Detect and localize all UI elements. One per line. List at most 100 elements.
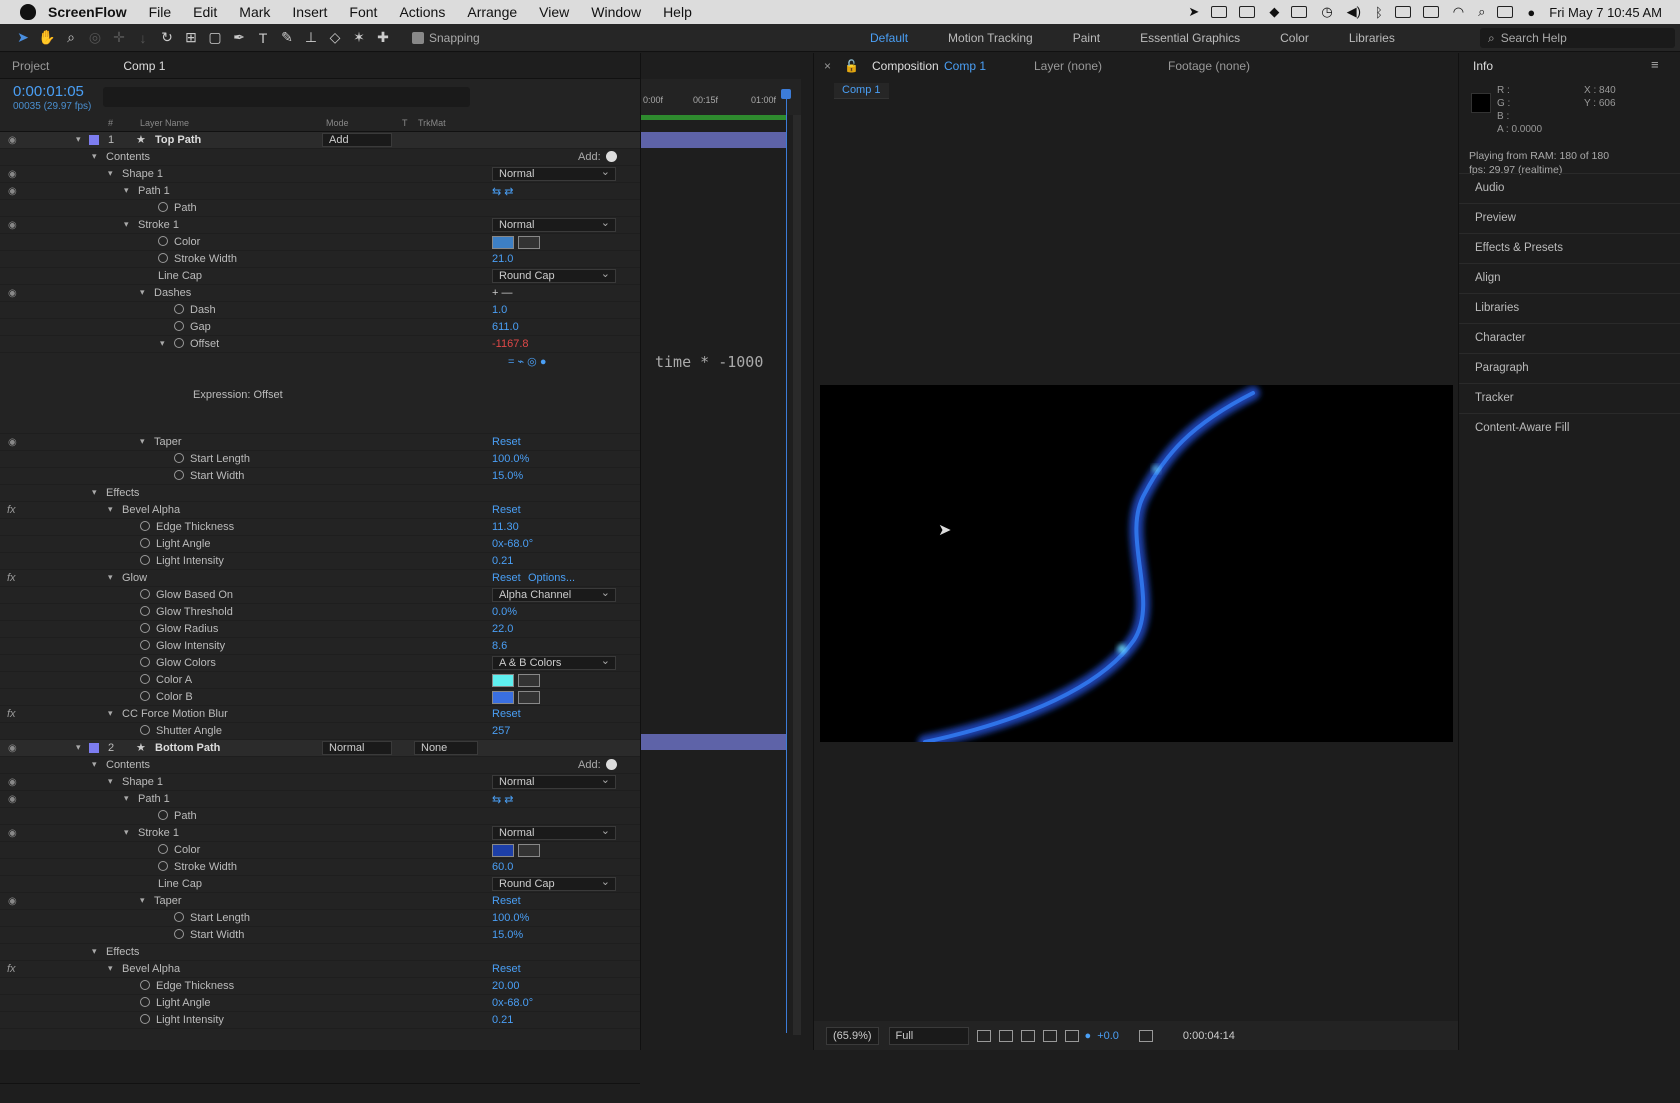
eyedropper-icon[interactable] bbox=[518, 236, 540, 249]
prop-offset[interactable]: ▾ Offset -1167.8 bbox=[0, 336, 640, 353]
prop-value[interactable]: 0x-68.0° bbox=[492, 997, 533, 1009]
add-remove-dash-icon[interactable]: + — bbox=[492, 287, 512, 299]
stopwatch-icon[interactable] bbox=[140, 640, 150, 650]
expand-chevron-icon[interactable]: ▾ bbox=[108, 963, 113, 974]
reset-button[interactable]: Reset bbox=[492, 708, 521, 720]
prop-start-width[interactable]: Start Width 15.0% bbox=[0, 927, 640, 944]
clock-text[interactable]: Fri May 7 10:45 AM bbox=[1549, 5, 1662, 20]
prop-start-width[interactable]: Start Width 15.0% bbox=[0, 468, 640, 485]
zoom-dropdown[interactable]: (65.9%) bbox=[826, 1026, 879, 1045]
timeline-scrollbar[interactable] bbox=[793, 115, 801, 1035]
workspace-libraries[interactable]: Libraries bbox=[1349, 31, 1395, 45]
stopwatch-icon[interactable] bbox=[174, 338, 184, 348]
expand-chevron-icon[interactable]: ▾ bbox=[140, 287, 145, 298]
tab-footage[interactable]: Footage (none) bbox=[1168, 59, 1250, 73]
stopwatch-icon[interactable] bbox=[140, 725, 150, 735]
prop-glow-colors[interactable]: Glow Colors A & B Colors bbox=[0, 654, 640, 672]
stopwatch-icon[interactable] bbox=[158, 253, 168, 263]
prop-path[interactable]: Path bbox=[0, 200, 640, 217]
prop-path1[interactable]: ◉ ▾ Path 1 ⇆ ⇄ bbox=[0, 791, 640, 808]
prop-effects[interactable]: ▾ Effects bbox=[0, 485, 640, 502]
prop-glow-intensity[interactable]: Glow Intensity 8.6 bbox=[0, 638, 640, 655]
stroke-color-swatch[interactable] bbox=[492, 844, 514, 857]
section-character[interactable]: Character bbox=[1459, 323, 1680, 353]
tab-composition-name[interactable]: Comp 1 bbox=[944, 59, 986, 73]
glow-based-on-dropdown[interactable]: Alpha Channel bbox=[492, 586, 616, 602]
expand-chevron-icon[interactable]: ▾ bbox=[124, 827, 129, 838]
stopwatch-icon[interactable] bbox=[158, 236, 168, 246]
prop-light-angle[interactable]: Light Angle 0x-68.0° bbox=[0, 995, 640, 1012]
prop-value[interactable]: 15.0% bbox=[492, 929, 523, 941]
visibility-eye-icon[interactable]: ◉ bbox=[8, 743, 18, 754]
info-title[interactable]: Info bbox=[1473, 59, 1493, 73]
workspace-motion-tracking[interactable]: Motion Tracking bbox=[948, 31, 1033, 45]
visibility-eye-icon[interactable]: ◉ bbox=[8, 896, 18, 907]
keyboard-icon[interactable] bbox=[1394, 6, 1411, 18]
prop-glow-radius[interactable]: Glow Radius 22.0 bbox=[0, 621, 640, 638]
expand-chevron-icon[interactable]: ▾ bbox=[140, 895, 145, 906]
stopwatch-icon[interactable] bbox=[140, 623, 150, 633]
menu-app[interactable]: ScreenFlow bbox=[48, 4, 127, 20]
visibility-eye-icon[interactable]: ◉ bbox=[8, 288, 18, 299]
panel-menu-icon[interactable]: ≡ bbox=[1651, 57, 1659, 72]
prop-line-cap[interactable]: Line Cap Round Cap bbox=[0, 875, 640, 893]
battery-icon[interactable] bbox=[1422, 6, 1439, 18]
reset-button[interactable]: Reset bbox=[492, 963, 521, 975]
options-button[interactable]: Options... bbox=[528, 572, 575, 584]
prop-value[interactable]: 0x-68.0° bbox=[492, 538, 533, 550]
section-effects-presets[interactable]: Effects & Presets bbox=[1459, 233, 1680, 263]
stopwatch-icon[interactable] bbox=[174, 470, 184, 480]
brush-tool-icon[interactable]: ✎ bbox=[278, 29, 296, 47]
tab-layer[interactable]: Layer (none) bbox=[1034, 59, 1102, 73]
prop-dashes[interactable]: ◉ ▾ Dashes + — bbox=[0, 285, 640, 302]
spotlight-icon[interactable]: ⌕ bbox=[1478, 4, 1485, 20]
location-icon[interactable]: ➤ bbox=[1188, 4, 1199, 20]
prop-light-angle[interactable]: Light Angle 0x-68.0° bbox=[0, 536, 640, 553]
menu-actions[interactable]: Actions bbox=[399, 4, 445, 20]
visibility-eye-icon[interactable]: ◉ bbox=[8, 169, 18, 180]
prop-stroke1[interactable]: ◉ ▾ Stroke 1 Normal bbox=[0, 216, 640, 234]
expand-chevron-icon[interactable]: ▾ bbox=[124, 219, 129, 230]
add-circle-icon[interactable] bbox=[606, 151, 617, 162]
stopwatch-icon[interactable] bbox=[158, 844, 168, 854]
channel-icon[interactable]: ● bbox=[1085, 1030, 1092, 1042]
dropbox-icon[interactable]: ◆ bbox=[1269, 4, 1279, 20]
prop-taper[interactable]: ◉ ▾ Taper Reset bbox=[0, 434, 640, 451]
orbit-tool-icon[interactable]: ◎ bbox=[86, 29, 104, 47]
line-cap-dropdown[interactable]: Round Cap bbox=[492, 267, 616, 283]
reset-button[interactable]: Reset bbox=[492, 436, 521, 448]
playhead-line[interactable] bbox=[786, 93, 787, 1033]
visibility-eye-icon[interactable]: ◉ bbox=[8, 794, 18, 805]
selection-tool-icon[interactable]: ➤ bbox=[14, 29, 32, 47]
eraser-tool-icon[interactable]: ◇ bbox=[326, 29, 344, 47]
wifi-icon[interactable]: ◠ bbox=[1453, 4, 1464, 20]
add-button[interactable]: Add: bbox=[578, 759, 601, 771]
visibility-eye-icon[interactable]: ◉ bbox=[8, 220, 18, 231]
prop-path[interactable]: Path bbox=[0, 808, 640, 825]
rotate-tool-icon[interactable]: ↻ bbox=[158, 29, 176, 47]
section-paragraph[interactable]: Paragraph bbox=[1459, 353, 1680, 383]
path-direction-icon[interactable]: ⇆ ⇄ bbox=[492, 793, 514, 806]
effect-bevel-alpha[interactable]: fx ▾ Bevel Alpha Reset bbox=[0, 502, 640, 519]
time-machine-icon[interactable]: ◷ bbox=[1321, 4, 1332, 20]
bluetooth-icon[interactable]: ᛒ bbox=[1375, 5, 1383, 20]
fx-icon[interactable]: fx bbox=[7, 504, 16, 516]
work-area-bar[interactable] bbox=[641, 115, 786, 120]
zoom-tool-icon[interactable]: ⌕ bbox=[62, 29, 80, 47]
control-center-icon[interactable] bbox=[1497, 6, 1514, 18]
rectangle-tool-icon[interactable]: ▢ bbox=[206, 29, 224, 47]
prop-edge-thickness[interactable]: Edge Thickness 20.00 bbox=[0, 978, 640, 995]
grid-guides-icon[interactable] bbox=[1064, 1029, 1079, 1042]
effect-motion-blur[interactable]: fx ▾ CC Force Motion Blur Reset bbox=[0, 706, 640, 723]
prop-value[interactable]: 20.00 bbox=[492, 980, 520, 992]
expand-chevron-icon[interactable]: ▾ bbox=[76, 134, 81, 145]
stroke-blend-dropdown[interactable]: Normal bbox=[492, 824, 616, 840]
prop-expression[interactable]: = ⌁ ◎ ● Expression: Offset bbox=[0, 353, 640, 434]
layer-bar-top-path[interactable] bbox=[641, 132, 786, 148]
expand-chevron-icon[interactable]: ▾ bbox=[108, 708, 113, 719]
fast-preview-icon[interactable] bbox=[976, 1029, 991, 1042]
prop-light-intensity[interactable]: Light Intensity 0.21 bbox=[0, 553, 640, 570]
stopwatch-icon[interactable] bbox=[140, 674, 150, 684]
stopwatch-icon[interactable] bbox=[140, 980, 150, 990]
prop-effects[interactable]: ▾ Effects bbox=[0, 944, 640, 961]
